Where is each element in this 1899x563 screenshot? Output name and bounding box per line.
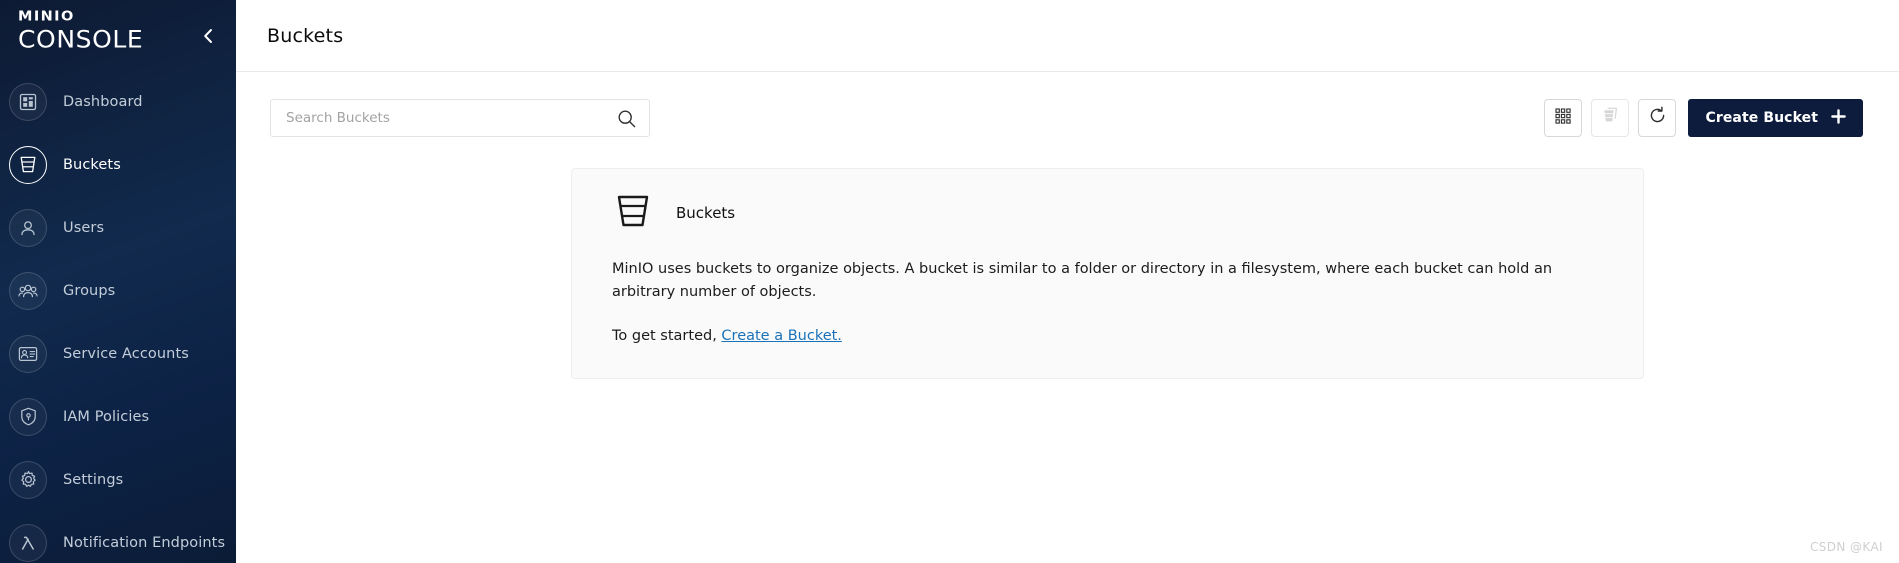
refresh-button[interactable] [1638, 99, 1677, 137]
delete-bucket-icon [1601, 106, 1620, 130]
brand-minio-text: MINIO [18, 9, 75, 25]
search-buckets-box[interactable] [270, 99, 650, 137]
chevron-left-icon [201, 27, 215, 45]
minio-console-app: MINIO CONSOLE Dashboard Buckets Users Gr… [0, 0, 1899, 563]
groups-icon [9, 271, 47, 310]
shield-icon [9, 397, 47, 436]
sidebar: MINIO CONSOLE Dashboard Buckets Users Gr… [0, 0, 236, 563]
sidebar-item-label: Buckets [63, 156, 121, 173]
sidebar-nav: Dashboard Buckets Users Groups Service A… [0, 80, 236, 563]
search-icon[interactable] [617, 109, 636, 128]
brand-console-text: CONSOLE [18, 25, 144, 54]
sidebar-item-label: Notification Endpoints [63, 534, 226, 551]
sidebar-item-label: Users [63, 219, 105, 236]
sidebar-item-label: Dashboard [63, 93, 143, 110]
brand-logo: MINIO CONSOLE [18, 10, 143, 52]
sidebar-item-label: Service Accounts [63, 345, 189, 362]
refresh-icon [1648, 106, 1667, 130]
sidebar-item-notification-endpoints[interactable]: Notification Endpoints [0, 521, 236, 563]
plus-icon [1831, 108, 1846, 128]
info-card-cta: To get started, Create a Bucket. [612, 325, 1602, 348]
page-title: Buckets [267, 24, 344, 47]
bucket-icon [9, 145, 47, 184]
gear-icon [9, 460, 47, 499]
sidebar-header: MINIO CONSOLE [0, 0, 236, 62]
watermark: CSDN @KAI [1809, 540, 1883, 554]
cta-prefix-text: To get started, [612, 327, 722, 344]
sidebar-collapse-button[interactable] [196, 24, 220, 48]
sidebar-item-label: Settings [63, 471, 124, 488]
user-icon [9, 208, 47, 247]
sidebar-item-service-accounts[interactable]: Service Accounts [0, 332, 236, 375]
sidebar-item-settings[interactable]: Settings [0, 458, 236, 501]
create-bucket-button[interactable]: Create Bucket [1688, 99, 1863, 137]
info-card-header: Buckets [612, 189, 1613, 236]
lambda-icon [9, 523, 47, 562]
grid-dots-icon [1554, 107, 1572, 130]
sidebar-item-buckets[interactable]: Buckets [0, 143, 236, 186]
page-content: Create Bucket [236, 72, 1899, 563]
sidebar-item-iam-policies[interactable]: IAM Policies [0, 395, 236, 438]
sidebar-item-label: Groups [63, 282, 116, 299]
delete-buckets-button[interactable] [1591, 99, 1630, 137]
sidebar-item-dashboard[interactable]: Dashboard [0, 80, 236, 123]
main-area: Buckets Search Buckets Create Bucket Buc… [236, 0, 1899, 563]
create-bucket-label: Create Bucket [1705, 110, 1818, 126]
info-card-title: Buckets [676, 203, 736, 222]
id-card-icon [9, 334, 47, 373]
toolbar-actions: Create Bucket [1544, 99, 1863, 137]
grid-view-button[interactable] [1544, 99, 1583, 137]
dashboard-icon [9, 82, 47, 121]
sidebar-item-users[interactable]: Users [0, 206, 236, 249]
info-card-paragraph: MinIO uses buckets to organize objects. … [612, 261, 1553, 301]
page-header: Buckets [236, 0, 1899, 72]
create-a-bucket-link[interactable]: Create a Bucket. [721, 328, 842, 344]
buckets-info-card: Buckets MinIO uses buckets to organize o… [571, 168, 1644, 380]
search-input[interactable] [286, 110, 617, 126]
toolbar: Create Bucket [270, 98, 1863, 138]
sidebar-item-groups[interactable]: Groups [0, 269, 236, 312]
bucket-icon [612, 189, 654, 236]
sidebar-item-label: IAM Policies [63, 408, 150, 425]
